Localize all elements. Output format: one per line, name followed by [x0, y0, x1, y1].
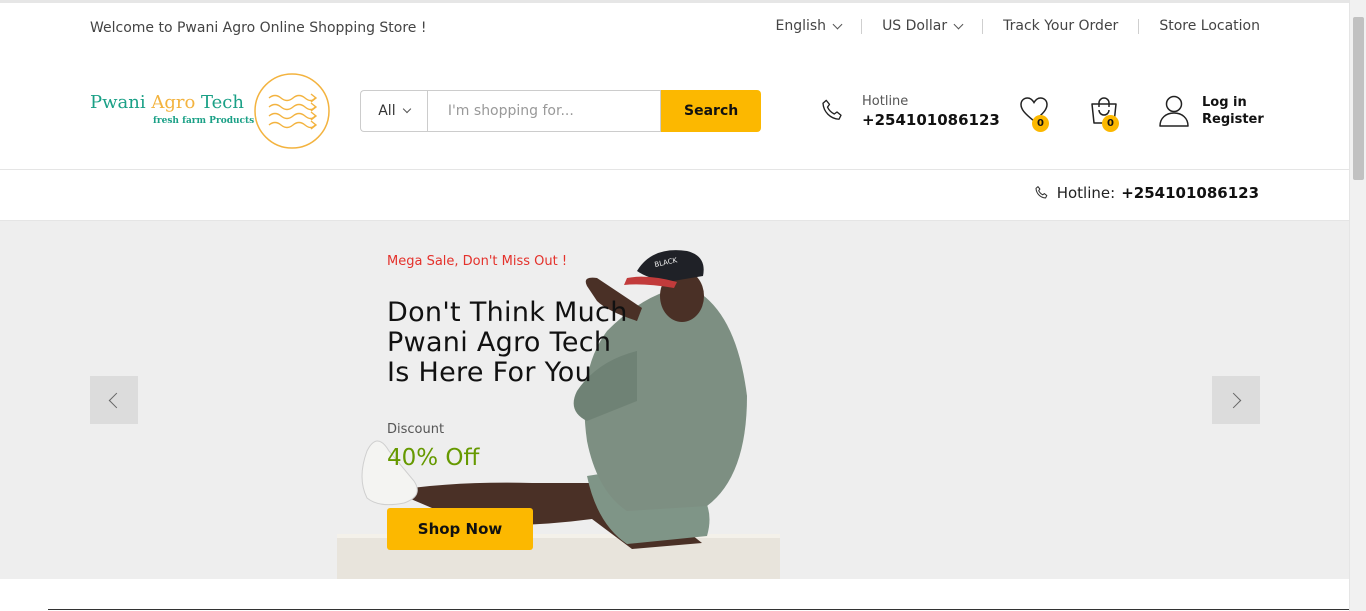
- chevron-left-icon: [108, 392, 125, 408]
- top-links: English US Dollar Track Your Order Store…: [776, 18, 1261, 34]
- divider: [861, 18, 863, 34]
- wishlist-count-badge: 0: [1032, 115, 1049, 132]
- hero-slider: BLACK Mega Sale, Don't Miss Out ! Don't …: [0, 221, 1349, 579]
- nav-bar: Hotline: +254101086123: [0, 169, 1349, 221]
- register-link[interactable]: Register: [1202, 112, 1264, 127]
- hotline: Hotline +254101086123: [818, 94, 1000, 134]
- site-logo[interactable]: Pwani Agro Tech fresh farm Products: [90, 72, 330, 152]
- divider: [48, 609, 1349, 610]
- search-button[interactable]: Search: [661, 90, 761, 132]
- chevron-down-icon: [402, 104, 411, 114]
- wishlist-button[interactable]: 0: [1018, 94, 1054, 134]
- phone-icon: [822, 99, 842, 120]
- divider: [1138, 18, 1140, 34]
- user-icon: [1159, 95, 1189, 127]
- hotline-label: Hotline: [862, 94, 909, 109]
- hero-discount-value: 40% Off: [387, 445, 480, 471]
- currency-label: US Dollar: [882, 18, 948, 34]
- hotline-number[interactable]: +254101086123: [862, 111, 1000, 129]
- slider-prev-button[interactable]: [90, 376, 138, 424]
- track-order-link[interactable]: Track Your Order: [1003, 18, 1118, 34]
- search-category-label: All: [378, 103, 396, 119]
- main-header: Pwani Agro Tech fresh farm Products All …: [0, 60, 1349, 170]
- logo-wind-icon: [254, 73, 330, 149]
- top-border: [0, 0, 1349, 3]
- cart-button[interactable]: 0: [1088, 94, 1124, 134]
- scrollbar-thumb[interactable]: [1353, 17, 1364, 180]
- search-bar: All Search: [360, 90, 761, 132]
- scrollbar[interactable]: [1349, 0, 1366, 611]
- hero-eyebrow: Mega Sale, Don't Miss Out !: [387, 254, 568, 269]
- logo-name-part2: Agro: [151, 92, 196, 113]
- logo-name: Pwani Agro Tech: [90, 92, 244, 113]
- chevron-right-icon: [1225, 392, 1242, 408]
- language-select[interactable]: English: [775, 18, 843, 34]
- nav-hotline-label: Hotline:: [1056, 184, 1116, 202]
- divider: [982, 18, 984, 34]
- hero-title: Don't Think Much Pwani Agro Tech Is Here…: [387, 297, 628, 388]
- shop-now-button[interactable]: Shop Now: [387, 508, 533, 550]
- search-input[interactable]: [426, 90, 662, 132]
- login-link[interactable]: Log in: [1202, 95, 1247, 110]
- logo-name-part3: Tech: [195, 92, 244, 113]
- logo-name-part1: Pwani: [90, 92, 152, 113]
- section-below: [0, 579, 1349, 611]
- page: Welcome to Pwani Agro Online Shopping St…: [0, 0, 1349, 611]
- logo-tagline: fresh farm Products: [153, 116, 255, 126]
- nav-hotline-number: +254101086123: [1121, 184, 1259, 202]
- cart-count-badge: 0: [1102, 115, 1119, 132]
- phone-icon: [1035, 186, 1048, 199]
- hero-discount-label: Discount: [387, 422, 445, 437]
- chevron-down-icon: [953, 19, 964, 29]
- slider-next-button[interactable]: [1212, 376, 1260, 424]
- welcome-text: Welcome to Pwani Agro Online Shopping St…: [90, 20, 427, 36]
- currency-select[interactable]: US Dollar: [882, 18, 964, 34]
- chevron-down-icon: [832, 19, 843, 29]
- store-location-link[interactable]: Store Location: [1159, 18, 1260, 34]
- nav-hotline[interactable]: Hotline: +254101086123: [1033, 184, 1259, 202]
- language-label: English: [775, 18, 827, 34]
- search-category-select[interactable]: All: [360, 90, 427, 132]
- top-bar: Welcome to Pwani Agro Online Shopping St…: [90, 16, 1260, 40]
- account-menu[interactable]: Log in Register: [1158, 94, 1268, 134]
